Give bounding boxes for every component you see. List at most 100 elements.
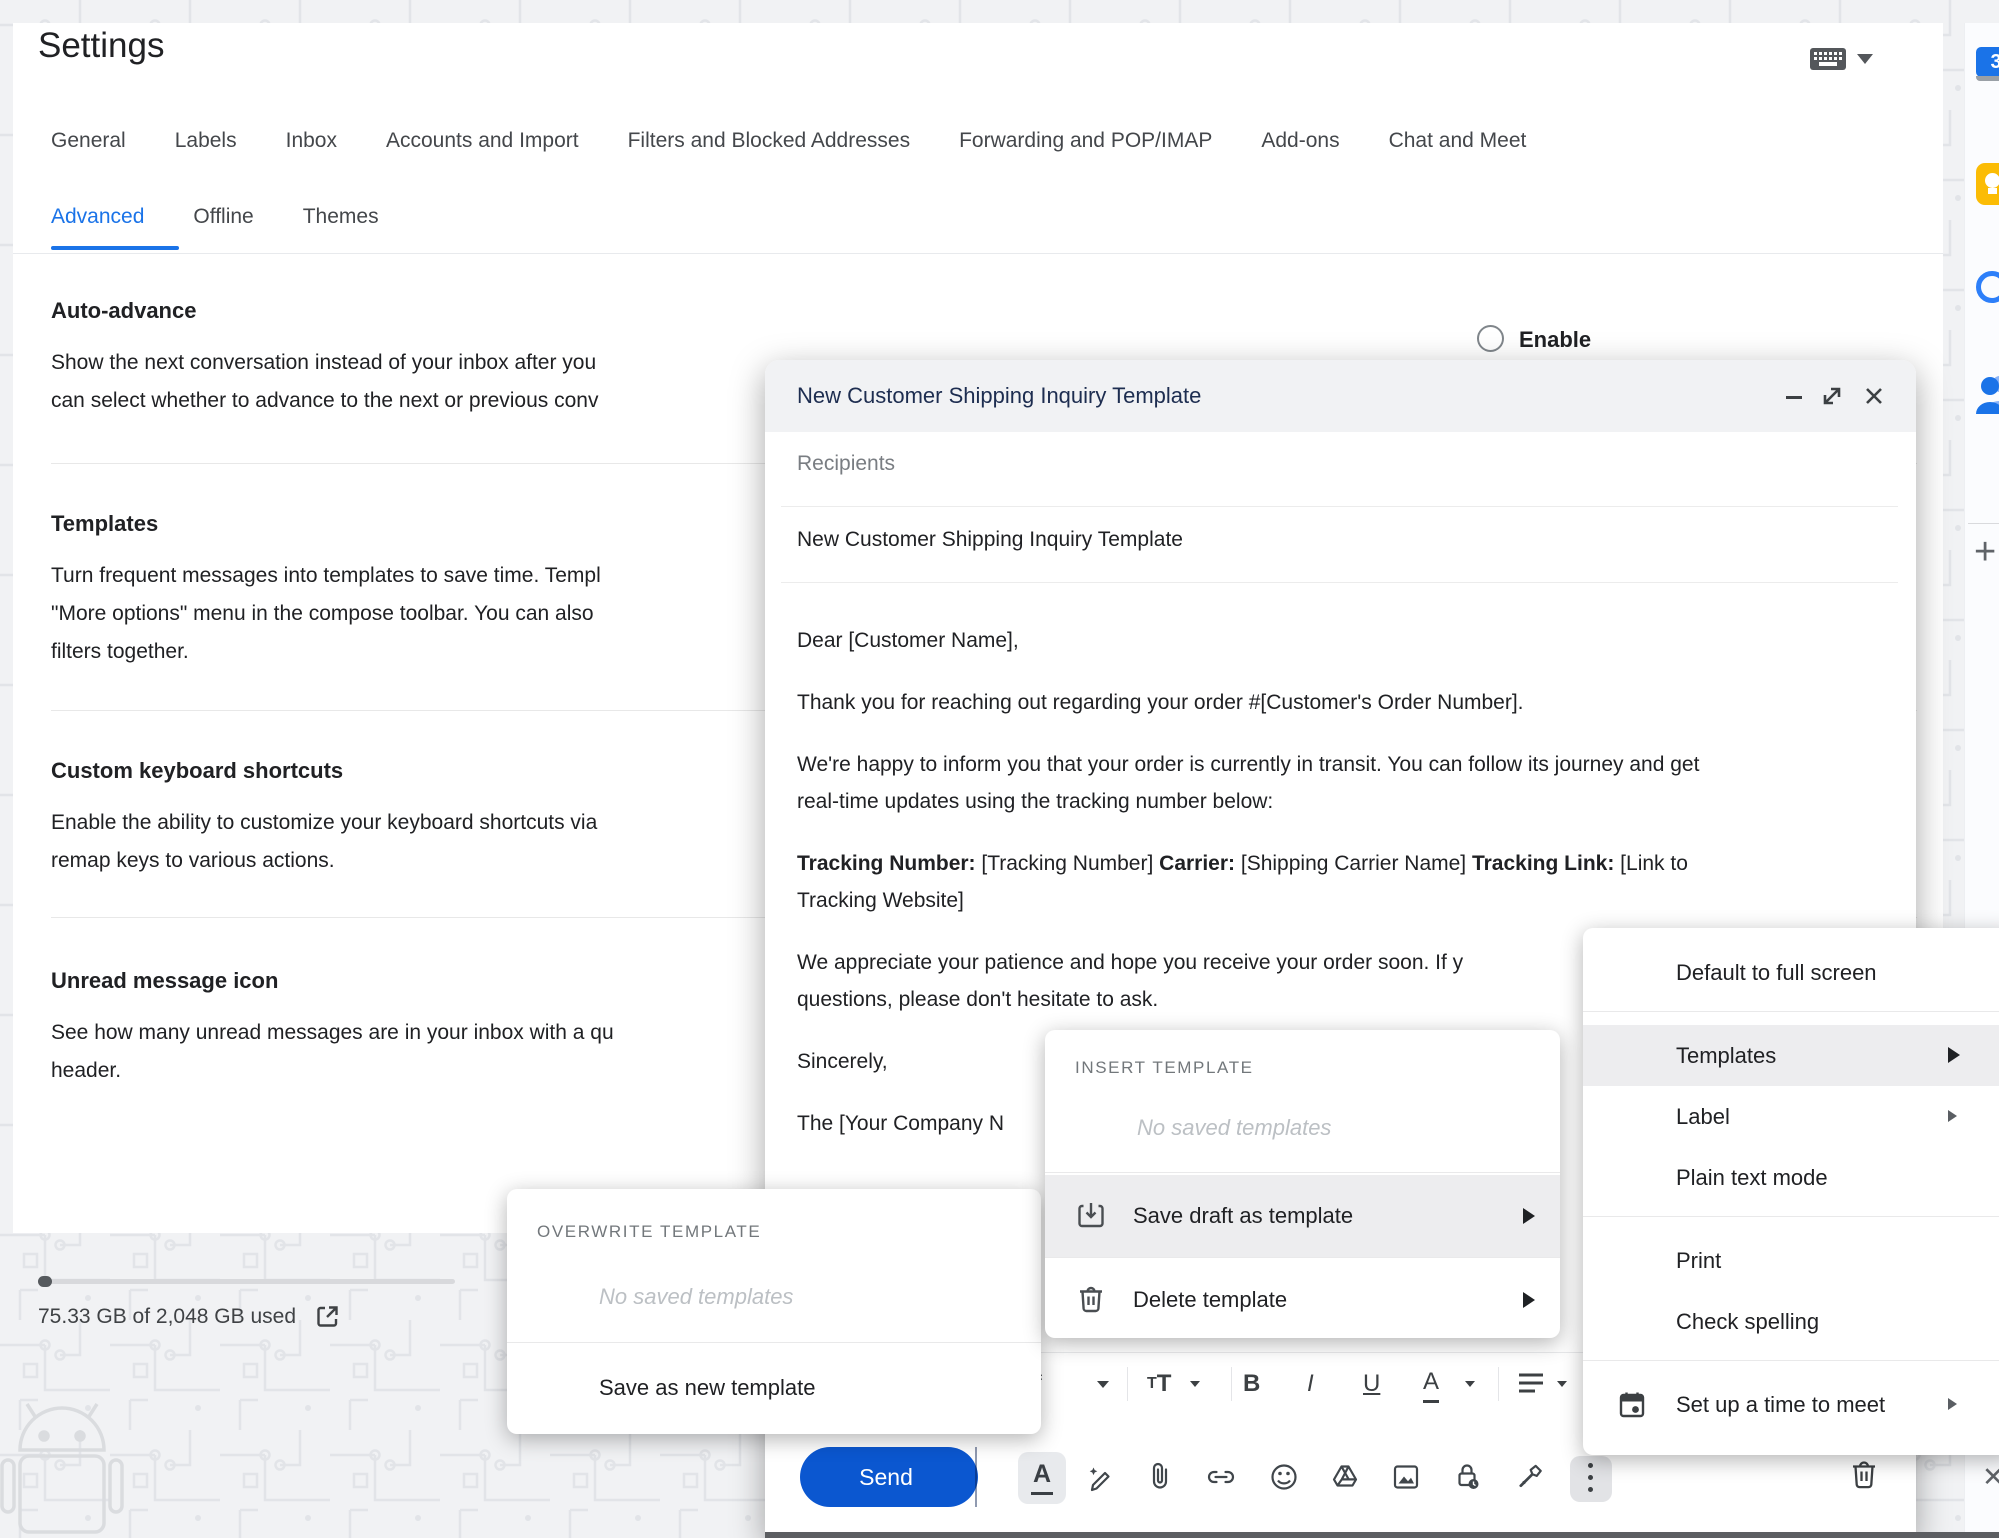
toolbar-separator — [1231, 1367, 1232, 1401]
body-text: We're happy to inform you that your orde… — [797, 753, 1699, 776]
settings-tab-chat-and-meet[interactable]: Chat and Meet — [1389, 129, 1527, 153]
body-text: questions, please don't hesitate to ask. — [797, 988, 1158, 1011]
contacts-icon[interactable] — [1974, 372, 1999, 416]
auto-advance-enable-radio[interactable] — [1477, 325, 1504, 352]
keyboard-input-tools-icon[interactable] — [1809, 46, 1847, 72]
insert-drive-icon[interactable] — [1328, 1460, 1362, 1494]
subject-field-text[interactable]: New Customer Shipping Inquiry Template — [797, 528, 1183, 552]
menu-item-save-as-new-template[interactable]: Save as new template — [507, 1349, 1041, 1427]
get-addons-plus-icon[interactable]: + — [1974, 531, 1996, 574]
menu-item-plain-text-mode[interactable]: Plain text mode — [1583, 1147, 1999, 1208]
keep-icon[interactable] — [1976, 163, 1999, 205]
delete-template-icon — [1075, 1284, 1107, 1316]
menu-item-label: Templates — [1676, 1043, 1776, 1069]
settings-tab-inbox[interactable]: Inbox — [286, 129, 337, 153]
storage-progress-track — [38, 1279, 455, 1284]
submenu-arrow-icon — [1948, 1110, 1957, 1122]
section-heading: Unread message icon — [51, 967, 614, 994]
recipients-field-text[interactable]: Recipients — [797, 452, 895, 476]
body-text: [Link to — [1614, 852, 1688, 875]
toolbar-separator — [1498, 1367, 1499, 1401]
side-panel-close-icon[interactable]: ✕ — [1982, 1462, 1999, 1493]
minimize-icon[interactable] — [1786, 396, 1802, 399]
size-dropdown-icon[interactable] — [1190, 1353, 1200, 1415]
menu-item-templates[interactable]: Templates — [1583, 1025, 1999, 1086]
help-me-write-pen-icon[interactable] — [1083, 1460, 1117, 1494]
toolbar-separator — [1127, 1367, 1128, 1401]
settings-section-unread-message-icon: Unread message icon See how many unread m… — [51, 967, 614, 1090]
insert-photo-icon[interactable] — [1389, 1460, 1423, 1494]
close-icon[interactable] — [1861, 383, 1887, 409]
body-paragraph: Tracking Number: [Tracking Number] Carri… — [797, 845, 1887, 919]
color-dropdown-icon[interactable] — [1465, 1353, 1475, 1415]
body-paragraph: Thank you for reaching out regarding you… — [797, 684, 1887, 721]
formatting-options-icon[interactable]: A — [1018, 1452, 1066, 1504]
settings-tab-filters-and-blocked-addresses[interactable]: Filters and Blocked Addresses — [628, 129, 910, 153]
bold-button[interactable]: B — [1243, 1353, 1260, 1415]
calendar-meet-icon — [1616, 1389, 1648, 1421]
expand-icon[interactable] — [1819, 383, 1845, 409]
align-dropdown-icon[interactable] — [1557, 1353, 1567, 1415]
body-text-bold: Tracking Number: — [797, 852, 976, 875]
insert-template-menu: INSERT TEMPLATE No saved templates Save … — [1045, 1030, 1560, 1338]
settings-tabs-primary: General Labels Inbox Accounts and Import Fil… — [51, 129, 1526, 153]
submenu-arrow-icon — [1948, 1398, 1957, 1410]
settings-tab-labels[interactable]: Labels — [175, 129, 237, 153]
discard-draft-trash-icon[interactable] — [1848, 1458, 1880, 1492]
open-in-new-icon[interactable] — [314, 1303, 341, 1330]
settings-tab-advanced[interactable]: Advanced — [51, 205, 144, 229]
section-description-line: See how many unread messages are in your… — [51, 1014, 614, 1052]
settings-tab-general[interactable]: General — [51, 129, 126, 153]
input-tools-control[interactable] — [1809, 46, 1873, 72]
send-split-divider — [975, 1447, 977, 1507]
menu-item-save-draft-as-template[interactable]: Save draft as template — [1045, 1175, 1560, 1257]
body-text: Dear [Customer Name], — [797, 629, 1019, 652]
settings-tabs-secondary: Advanced Offline Themes — [51, 205, 379, 229]
text-size-button[interactable]: TT — [1147, 1353, 1171, 1415]
calendar-icon[interactable]: 3 — [1976, 47, 1999, 77]
settings-tab-offline[interactable]: Offline — [193, 205, 253, 229]
settings-tab-add-ons[interactable]: Add-ons — [1261, 129, 1339, 153]
body-paragraph: Dear [Customer Name], — [797, 622, 1887, 659]
attach-file-icon[interactable] — [1143, 1460, 1177, 1494]
menu-item-delete-template[interactable]: Delete template — [1045, 1257, 1560, 1343]
section-heading: Templates — [51, 510, 601, 537]
more-options-icon[interactable] — [1588, 1463, 1593, 1499]
send-button[interactable]: Send — [800, 1447, 978, 1507]
insert-signature-pen-icon[interactable] — [1512, 1460, 1546, 1494]
section-description-line: remap keys to various actions. — [51, 842, 597, 880]
menu-item-set-up-a-time-to-meet[interactable]: Set up a time to meet — [1583, 1374, 1999, 1435]
no-saved-templates-text: No saved templates — [599, 1284, 793, 1310]
menu-item-print[interactable]: Print — [1583, 1230, 1999, 1291]
menu-divider — [507, 1342, 1041, 1343]
font-dropdown-icon[interactable] — [1097, 1353, 1109, 1415]
section-heading: Custom keyboard shortcuts — [51, 757, 597, 784]
settings-tab-forwarding-and-pop-imap[interactable]: Forwarding and POP/IMAP — [959, 129, 1212, 153]
overwrite-template-menu: OVERWRITE TEMPLATE No saved templates Sa… — [507, 1189, 1041, 1434]
section-description-line: can select whether to advance to the nex… — [51, 382, 599, 420]
underline-button[interactable]: U — [1363, 1353, 1380, 1415]
insert-link-icon[interactable] — [1204, 1460, 1238, 1494]
align-button[interactable] — [1517, 1371, 1545, 1397]
menu-item-default-to-full-screen[interactable]: Default to full screen — [1583, 942, 1999, 1003]
body-paragraph: We're happy to inform you that your orde… — [797, 746, 1887, 820]
section-description-line: header. — [51, 1052, 614, 1090]
menu-item-label: Label — [1676, 1104, 1730, 1130]
settings-tab-accounts-and-import[interactable]: Accounts and Import — [386, 129, 579, 153]
menu-divider — [1583, 1360, 1999, 1361]
body-text: Sincerely, — [797, 1050, 888, 1073]
italic-button[interactable]: I — [1307, 1353, 1314, 1415]
text-color-button[interactable]: A — [1423, 1363, 1439, 1403]
compose-header[interactable]: New Customer Shipping Inquiry Template — [765, 360, 1916, 432]
menu-item-label[interactable]: Label — [1583, 1086, 1999, 1147]
insert-emoji-icon[interactable] — [1267, 1460, 1301, 1494]
input-tools-dropdown-icon[interactable] — [1857, 54, 1873, 64]
section-description-line: Show the next conversation instead of yo… — [51, 344, 599, 382]
submenu-arrow-icon — [1523, 1292, 1535, 1308]
storage-usage-text: 75.33 GB of 2,048 GB used — [38, 1305, 296, 1329]
body-text-bold: Tracking Link: — [1472, 852, 1614, 875]
menu-item-check-spelling[interactable]: Check spelling — [1583, 1291, 1999, 1352]
settings-tab-themes[interactable]: Themes — [303, 205, 379, 229]
confidential-mode-lock-icon[interactable] — [1451, 1460, 1485, 1494]
send-options-dropdown-icon[interactable] — [987, 1474, 1001, 1483]
